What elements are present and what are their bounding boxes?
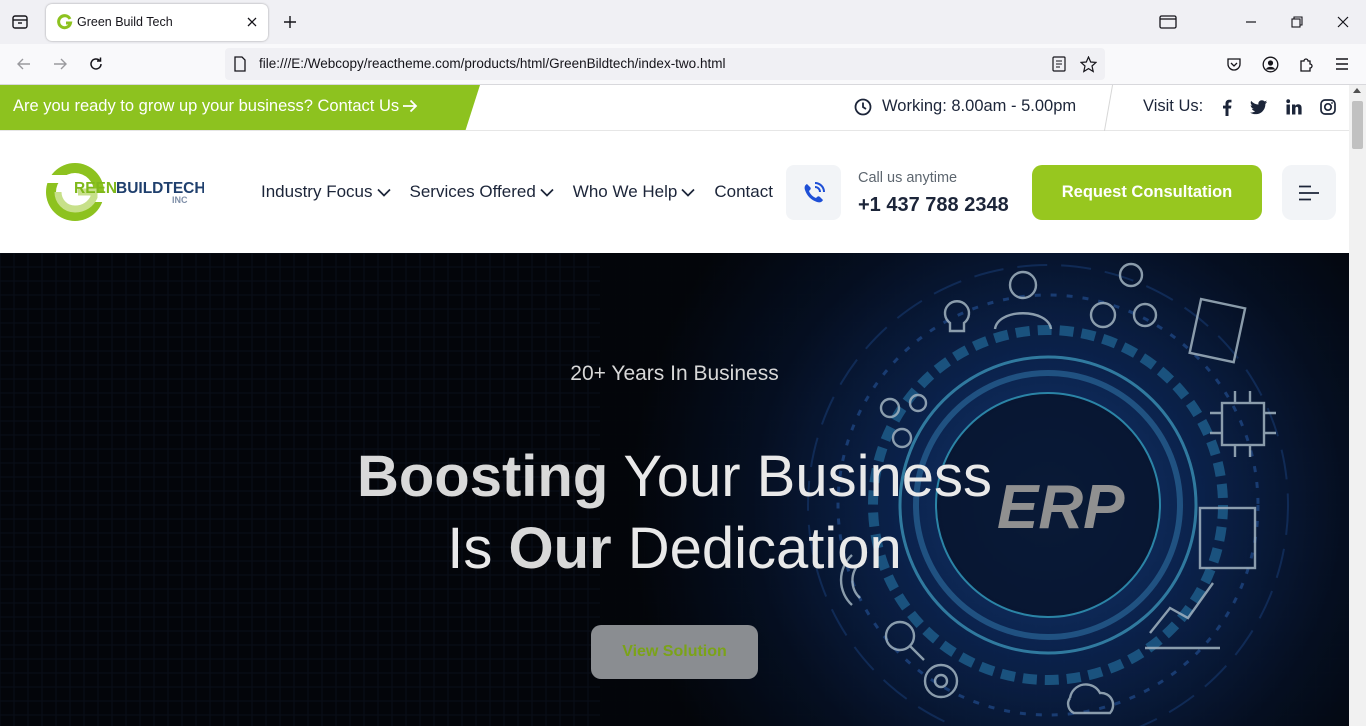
forward-icon[interactable] — [50, 54, 70, 74]
url-text[interactable]: file:///E:/Webcopy/reactheme.com/product… — [259, 56, 725, 71]
facebook-icon[interactable] — [1218, 98, 1236, 116]
chevron-down-icon — [540, 188, 554, 197]
extensions-icon[interactable] — [1296, 54, 1316, 74]
menu-label: Services Offered — [409, 182, 536, 201]
hamburger-menu-icon[interactable] — [1282, 165, 1336, 220]
promo-banner[interactable]: Are you ready to grow up your business? … — [0, 85, 480, 130]
main-menu: Industry Focus Services Offered Who We H… — [261, 182, 792, 202]
hero-title-thin-3: Dedication — [611, 516, 902, 581]
clock-icon — [854, 98, 872, 115]
hero-title-thin-1: Your Business — [608, 444, 992, 509]
menu-contact[interactable]: Contact — [714, 182, 773, 202]
pip-icon[interactable] — [1158, 12, 1178, 32]
address-bar[interactable]: file:///E:/Webcopy/reactheme.com/product… — [225, 48, 1105, 80]
instagram-icon[interactable] — [1319, 98, 1337, 116]
reader-view-icon[interactable] — [1052, 56, 1068, 72]
view-solution-button[interactable]: View Solution — [591, 625, 758, 679]
promo-link[interactable]: Are you ready to grow up your business? … — [13, 97, 418, 118]
hero-title-bold-1: Boosting — [356, 444, 609, 509]
scroll-thumb[interactable] — [1352, 101, 1363, 149]
call-label: Call us anytime — [858, 170, 958, 186]
browser-tab-bar: Green Build Tech — [0, 0, 1366, 44]
greenbuild-favicon-icon — [57, 14, 73, 30]
phone-call-icon — [804, 181, 825, 202]
browser-tab[interactable]: Green Build Tech — [46, 4, 268, 41]
menu-label: Contact — [714, 182, 773, 201]
hero-title-thin-2: Is — [447, 516, 509, 581]
call-number[interactable]: +1 437 788 2348 — [858, 194, 1009, 217]
tab-title: Green Build Tech — [77, 15, 173, 29]
menu-services-offered[interactable]: Services Offered — [410, 182, 554, 202]
top-info-bar: Are you ready to grow up your business? … — [0, 85, 1349, 131]
menu-who-we-help[interactable]: Who We Help — [573, 182, 696, 202]
visit-us-label: Visit Us: — [1143, 97, 1204, 115]
greenbuildtech-logo[interactable]: REEN BUILDTECH INC — [44, 161, 206, 223]
bookmark-star-icon[interactable] — [1079, 55, 1098, 73]
browser-nav-bar: file:///E:/Webcopy/reactheme.com/product… — [0, 44, 1366, 85]
new-tab-icon[interactable] — [280, 12, 300, 32]
site-header: REEN BUILDTECH INC Industry Focus Servic… — [0, 131, 1349, 253]
pocket-icon[interactable] — [1224, 54, 1244, 74]
request-consultation-button[interactable]: Request Consultation — [1032, 165, 1262, 220]
working-hours-text: Working: 8.00am - 5.00pm — [882, 97, 1077, 115]
svg-text:INC: INC — [172, 195, 188, 205]
menu-industry-focus[interactable]: Industry Focus — [261, 182, 391, 202]
restore-icon[interactable] — [1287, 12, 1307, 32]
hero-title-bold-2: Our — [508, 516, 612, 581]
scroll-up-arrow-icon[interactable] — [1353, 88, 1361, 93]
page-scrollbar[interactable] — [1349, 85, 1366, 726]
twitter-icon[interactable] — [1250, 98, 1268, 116]
back-icon[interactable] — [14, 54, 34, 74]
reload-icon[interactable] — [86, 54, 106, 74]
tab-list-icon[interactable] — [8, 10, 32, 34]
linkedin-icon[interactable] — [1285, 98, 1303, 116]
topbar-divider — [1103, 85, 1114, 131]
page-icon — [233, 56, 249, 72]
hero-title: Boosting Your Business Is Our Dedication — [0, 441, 1349, 585]
chevron-down-icon — [376, 188, 391, 197]
arrow-right-icon — [402, 99, 418, 118]
hero-subtitle: 20+ Years In Business — [570, 362, 779, 385]
phone-button[interactable] — [786, 165, 841, 220]
minimize-icon[interactable] — [1241, 12, 1261, 32]
app-menu-icon[interactable] — [1332, 54, 1352, 74]
chevron-down-icon — [681, 188, 695, 197]
svg-text:REEN: REEN — [74, 180, 117, 197]
close-tab-icon[interactable] — [244, 14, 260, 30]
promo-text: Are you ready to grow up your business? … — [13, 97, 400, 115]
close-window-icon[interactable] — [1333, 12, 1353, 32]
menu-label: Who We Help — [572, 182, 678, 201]
menu-label: Industry Focus — [261, 182, 373, 201]
account-icon[interactable] — [1260, 54, 1280, 74]
svg-text:BUILDTECH: BUILDTECH — [116, 180, 204, 197]
working-hours: Working: 8.00am - 5.00pm — [854, 97, 1076, 116]
